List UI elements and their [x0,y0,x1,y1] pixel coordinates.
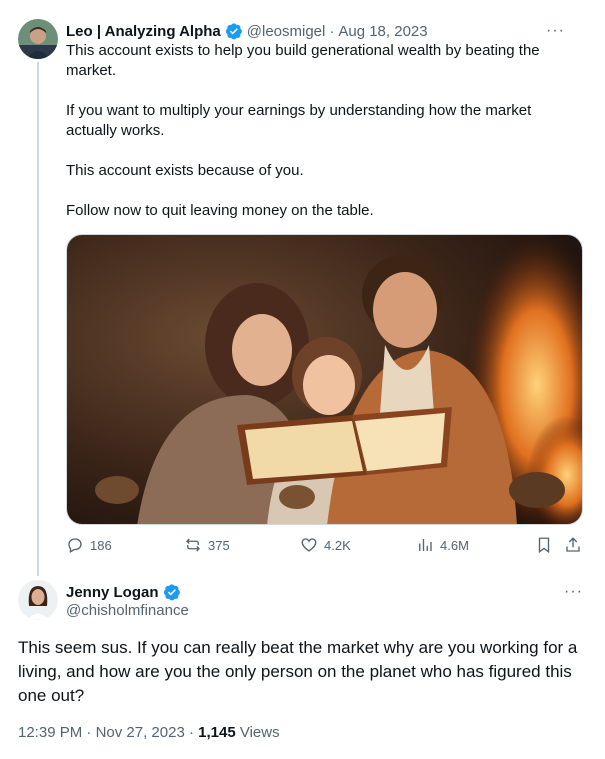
author-handle[interactable]: @leosmigel [247,23,326,40]
reply-author-name[interactable]: Jenny Logan [66,584,159,601]
reply-count: 186 [90,537,112,553]
reply-more-options-icon[interactable]: ··· [564,583,583,601]
tweet-actions: 186 375 4.2K 4.6M [66,536,586,562]
reply-action[interactable]: 186 [66,536,112,554]
original-tweet[interactable]: Leo | Analyzing Alpha @leosmigel · Aug 1… [0,0,605,576]
reply-time[interactable]: 12:39 PM [18,724,82,741]
reply-author-handle[interactable]: @chisholmfinance [66,602,189,619]
repost-count: 375 [208,537,230,553]
header-separator: · [329,22,335,40]
reply-views-count: 1,145 [198,724,236,741]
tweet-text: This account exists to help you build ge… [66,41,586,241]
share-icon [566,537,580,552]
views-action[interactable]: 4.6M [416,536,469,554]
tweet-paragraph: This account exists to help you build ge… [66,42,540,79]
tweet-header: Leo | Analyzing Alpha @leosmigel · Aug 1… [66,20,583,42]
analytics-icon [419,539,432,551]
verified-badge-icon [225,22,243,40]
reply-date[interactable]: Nov 27, 2023 [96,724,185,741]
repost-action[interactable]: 375 [184,536,230,554]
reply-views-label: Views [239,724,280,741]
meta-separator: · [86,724,92,741]
thread-line [37,62,39,576]
heart-icon [301,538,317,552]
tweet-paragraph: Follow now to quit leaving money on the … [66,202,374,219]
tweet-date[interactable]: Aug 18, 2023 [338,23,427,40]
tweet-paragraph: If you want to multiply your earnings by… [66,102,532,139]
reply-text: This seem sus. If you can really beat th… [18,638,578,705]
reply-icon [68,538,82,553]
tweet-paragraph: This account exists because of you. [66,162,304,179]
like-action[interactable]: 4.2K [300,536,351,554]
reply-meta: 12:39 PM · Nov 27, 2023 · 1,145 Views [18,724,280,741]
tweet-media-image[interactable] [66,234,583,525]
repost-icon [186,538,200,552]
bookmark-icon [538,537,550,554]
share-action[interactable] [564,536,582,554]
like-count: 4.2K [324,537,351,553]
author-avatar[interactable] [18,19,58,59]
verified-badge-icon [163,583,181,601]
views-count: 4.6M [440,537,469,553]
family-reading-book-photo [67,235,582,524]
author-name[interactable]: Leo | Analyzing Alpha [66,23,221,40]
reply-header: Jenny Logan [66,582,185,602]
meta-separator: · [188,724,194,741]
bookmark-action[interactable] [535,536,553,554]
reply-author-avatar[interactable] [18,580,58,620]
more-options-icon[interactable]: ··· [546,22,565,40]
